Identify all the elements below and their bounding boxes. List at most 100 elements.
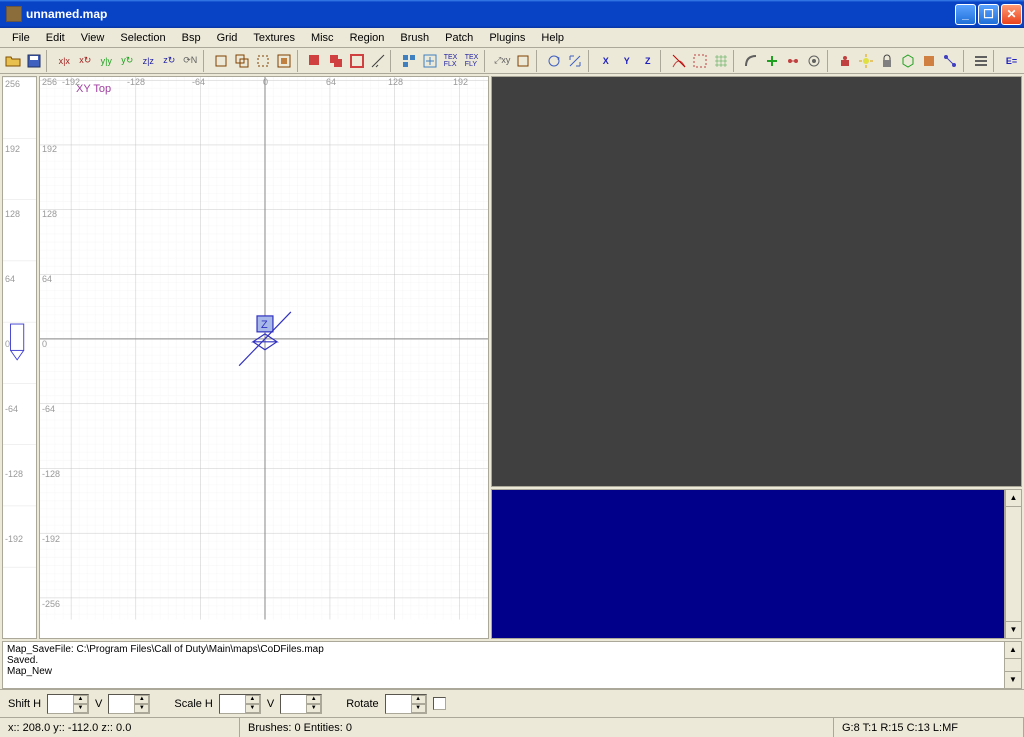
menu-file[interactable]: File [4, 30, 38, 46]
csg-merge-icon[interactable] [325, 50, 346, 72]
show-paths-icon[interactable] [940, 50, 961, 72]
select-touching-icon[interactable] [232, 50, 253, 72]
status-bar: x:: 208.0 y:: -112.0 z:: 0.0 Brushes: 0 … [0, 717, 1024, 737]
show-entities-icon[interactable] [835, 50, 856, 72]
spin-up-icon[interactable]: ▲ [134, 695, 149, 704]
entity-info-icon[interactable]: E= [1001, 50, 1022, 72]
scroll-up-icon[interactable]: ▲ [1006, 490, 1021, 507]
flip-z-icon[interactable]: z|z [138, 50, 159, 72]
spin-down-icon[interactable]: ▼ [411, 704, 426, 713]
spin-up-icon[interactable]: ▲ [411, 695, 426, 704]
scale-h-input[interactable] [220, 695, 245, 713]
patch-insert-icon[interactable] [762, 50, 783, 72]
patch-drill-icon[interactable] [804, 50, 825, 72]
maximize-button[interactable]: ☐ [978, 4, 999, 25]
change-view-icon[interactable]: ⤢xy [492, 50, 513, 72]
menu-grid[interactable]: Grid [209, 30, 246, 46]
show-patch-bb-icon[interactable] [689, 50, 710, 72]
rotate-input[interactable] [386, 695, 411, 713]
spin-up-icon[interactable]: ▲ [73, 695, 88, 704]
save-button[interactable] [23, 50, 44, 72]
menu-textures[interactable]: Textures [245, 30, 303, 46]
shift-h-spinner[interactable]: ▲▼ [47, 694, 89, 714]
spin-up-icon[interactable]: ▲ [306, 695, 321, 704]
spin-down-icon[interactable]: ▼ [73, 704, 88, 713]
flip-x-icon[interactable]: x|x [54, 50, 75, 72]
rotate-x-icon[interactable]: x↻ [75, 50, 96, 72]
y-tick: 192 [42, 144, 57, 154]
scroll-down-icon[interactable]: ▼ [1005, 671, 1021, 688]
menu-misc[interactable]: Misc [303, 30, 342, 46]
patch-weld-icon[interactable] [783, 50, 804, 72]
dont-select-curve-icon[interactable] [668, 50, 689, 72]
flip-y-icon[interactable]: y|y [96, 50, 117, 72]
minimize-button[interactable]: _ [955, 4, 976, 25]
z-view[interactable]: 256 192 128 64 0 -64 -128 -192 [2, 76, 37, 639]
select-inside-icon[interactable] [274, 50, 295, 72]
y-tick: -256 [42, 599, 60, 609]
patch-wireframe-icon[interactable] [710, 50, 731, 72]
lock-z-icon[interactable]: Z [637, 50, 658, 72]
menu-edit[interactable]: Edit [38, 30, 73, 46]
cycle-view-icon[interactable]: ⟳N [180, 50, 201, 72]
spin-down-icon[interactable]: ▼ [306, 704, 321, 713]
scale-v-input[interactable] [281, 695, 306, 713]
status-brushes: Brushes: 0 Entities: 0 [240, 718, 834, 737]
y-tick: 64 [42, 274, 52, 284]
lock-x-icon[interactable]: X [595, 50, 616, 72]
y-tick: 0 [42, 339, 47, 349]
texture-scrollbar[interactable]: ▲ ▼ [1005, 489, 1022, 639]
scroll-up-icon[interactable]: ▲ [1005, 642, 1021, 659]
clipper-icon[interactable] [367, 50, 388, 72]
spin-up-icon[interactable]: ▲ [245, 695, 260, 704]
console-scrollbar[interactable]: ▲ ▼ [1004, 642, 1021, 688]
texture-fit-icon[interactable] [419, 50, 440, 72]
shift-v-input[interactable] [109, 695, 134, 713]
lock-y-icon[interactable]: Y [616, 50, 637, 72]
lock-texture-icon[interactable] [877, 50, 898, 72]
shift-h-input[interactable] [48, 695, 73, 713]
menu-plugins[interactable]: Plugins [481, 30, 533, 46]
entity-list-icon[interactable] [970, 50, 991, 72]
spin-down-icon[interactable]: ▼ [245, 704, 260, 713]
tex-flip-y-icon[interactable]: TEXFLY [461, 50, 482, 72]
scroll-down-icon[interactable]: ▼ [1006, 621, 1021, 638]
spin-down-icon[interactable]: ▼ [134, 704, 149, 713]
free-scale-icon[interactable] [565, 50, 586, 72]
shift-v-spinner[interactable]: ▲▼ [108, 694, 150, 714]
texture-view-icon[interactable] [398, 50, 419, 72]
rotate-spinner[interactable]: ▲▼ [385, 694, 427, 714]
scale-h-spinner[interactable]: ▲▼ [219, 694, 261, 714]
menu-brush[interactable]: Brush [392, 30, 437, 46]
select-partial-icon[interactable] [253, 50, 274, 72]
z-tick: 128 [5, 209, 20, 219]
show-clip-icon[interactable] [919, 50, 940, 72]
csg-subtract-icon[interactable] [304, 50, 325, 72]
rotate-z-icon[interactable]: z↻ [159, 50, 180, 72]
rotate-checkbox[interactable] [433, 697, 446, 710]
texture-browser[interactable] [491, 489, 1005, 639]
cubic-clip-icon[interactable] [513, 50, 534, 72]
menu-view[interactable]: View [73, 30, 113, 46]
menu-bsp[interactable]: Bsp [174, 30, 209, 46]
show-light-icon[interactable] [856, 50, 877, 72]
close-button[interactable]: ✕ [1001, 4, 1022, 25]
scale-v-spinner[interactable]: ▲▼ [280, 694, 322, 714]
menu-help[interactable]: Help [533, 30, 572, 46]
z-tick: -192 [5, 534, 23, 544]
select-complete-icon[interactable] [211, 50, 232, 72]
console[interactable]: Map_SaveFile: C:\Program Files\Call of D… [2, 641, 1022, 689]
menu-bar: File Edit View Selection Bsp Grid Textur… [0, 28, 1024, 48]
show-models-icon[interactable] [898, 50, 919, 72]
open-button[interactable] [2, 50, 23, 72]
menu-region[interactable]: Region [342, 30, 393, 46]
xy-grid-view[interactable]: Z XY Top -192 -128 -64 0 64 128 192 256 … [39, 76, 489, 639]
menu-selection[interactable]: Selection [112, 30, 173, 46]
hollow-icon[interactable] [346, 50, 367, 72]
rotate-y-icon[interactable]: y↻ [117, 50, 138, 72]
tex-flip-x-icon[interactable]: TEXFLX [440, 50, 461, 72]
free-rotate-icon[interactable] [544, 50, 565, 72]
camera-view[interactable] [491, 76, 1022, 487]
patch-bend-icon[interactable] [741, 50, 762, 72]
menu-patch[interactable]: Patch [437, 30, 481, 46]
